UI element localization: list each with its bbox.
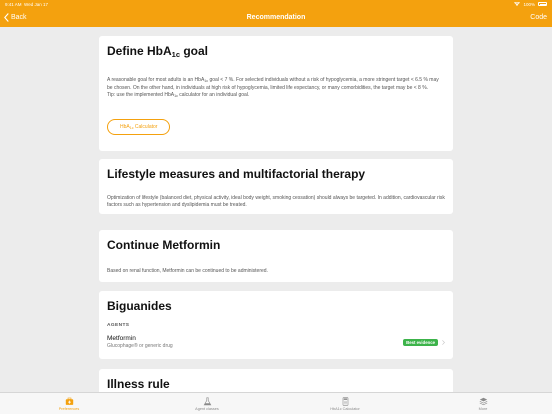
calculator-icon: [342, 396, 348, 406]
layers-icon: [479, 397, 487, 405]
title-tail: goal: [180, 44, 209, 58]
evidence-badge: Best evidence: [403, 338, 438, 346]
flask-icon: [203, 397, 211, 405]
wifi-icon: [514, 2, 521, 6]
metformin-paragraph: Based on renal function, Metformin can b…: [107, 268, 268, 274]
card-title-illness: Illness rule: [107, 377, 170, 391]
tab-bar: Preferences Agent classes HbA1c Calculat…: [0, 392, 552, 414]
status-left: 9:41 AM Wed Jan 17: [5, 2, 48, 7]
title-subscript: 1c: [171, 50, 181, 59]
status-date: Wed Jan 17: [24, 1, 48, 7]
card-illness-rule: Illness rule: [99, 369, 453, 392]
tab-label: More: [478, 406, 488, 411]
card-hba1c-goal: Define HbA1c goal A reasonable goal for …: [99, 36, 453, 151]
briefcase-medical-icon: [65, 397, 73, 405]
card-continue-metformin: Continue Metformin Based on renal functi…: [99, 230, 453, 282]
tip-text-a: Tip: use the implemented HbA: [107, 92, 175, 99]
battery-icon: [538, 2, 547, 6]
drug-subtitle: Glucophage® or generic drug: [107, 343, 173, 349]
title-text: Define HbA: [107, 44, 172, 58]
chevron-right-icon: [442, 339, 445, 345]
lifestyle-paragraph: Optimization of lifestyle (balanced diet…: [107, 195, 445, 209]
goal-paragraph: A reasonable goal for most adults is an …: [107, 77, 445, 92]
navigation-bar: Back Recommendation Code: [0, 8, 552, 27]
back-label: Back: [11, 14, 27, 21]
page-title: Recommendation: [246, 14, 306, 21]
tip-text-b: calculator for an individual goal.: [177, 92, 250, 99]
drug-row-metformin[interactable]: Metformin Glucophage® or generic drug Be…: [107, 335, 445, 349]
card-biguanides: Biguanides AGENTS Metformin Glucophage® …: [99, 291, 453, 359]
drug-right: Best evidence: [403, 338, 445, 346]
status-right: 100%: [514, 2, 547, 7]
code-button[interactable]: Code: [530, 10, 547, 25]
goal-tip: Tip: use the implemented HbA1c calculato…: [107, 92, 445, 100]
tab-agent-classes[interactable]: Agent classes: [138, 393, 276, 414]
recommendation-content[interactable]: Define HbA1c goal A reasonable goal for …: [0, 27, 552, 392]
drug-info: Metformin Glucophage® or generic drug: [107, 335, 173, 349]
card-title-lifestyle: Lifestyle measures and multifactorial th…: [107, 167, 366, 181]
tab-more[interactable]: More: [414, 393, 552, 414]
button-text-a: HbA: [120, 123, 130, 130]
back-button[interactable]: Back: [4, 10, 27, 25]
tab-preferences[interactable]: Preferences: [0, 393, 138, 414]
tab-label: HbA1c Calculator: [330, 406, 360, 411]
tab-label: Agent classes: [195, 406, 219, 411]
drug-name: Metformin: [107, 335, 136, 342]
goal-text-a: A reasonable goal for most adults is an …: [107, 77, 205, 83]
agents-section-header: AGENTS: [107, 323, 130, 328]
card-title-biguanides: Biguanides: [107, 299, 172, 313]
chevron-left-icon: [4, 13, 9, 22]
tab-hba1c-calculator[interactable]: HbA1c Calculator: [276, 393, 414, 414]
tab-label: Preferences: [58, 406, 80, 411]
card-lifestyle: Lifestyle measures and multifactorial th…: [99, 159, 453, 214]
battery-percent: 100%: [523, 1, 535, 7]
status-time: 9:41 AM: [5, 1, 22, 7]
card-title-metformin: Continue Metformin: [107, 238, 221, 252]
button-text-b: Calculator: [133, 123, 158, 130]
card-title-hba1c-goal: Define HbA1c goal: [107, 44, 445, 59]
status-bar: 9:41 AM Wed Jan 17 100%: [0, 0, 552, 8]
hba1c-calculator-button[interactable]: HbA1c Calculator: [107, 118, 171, 135]
